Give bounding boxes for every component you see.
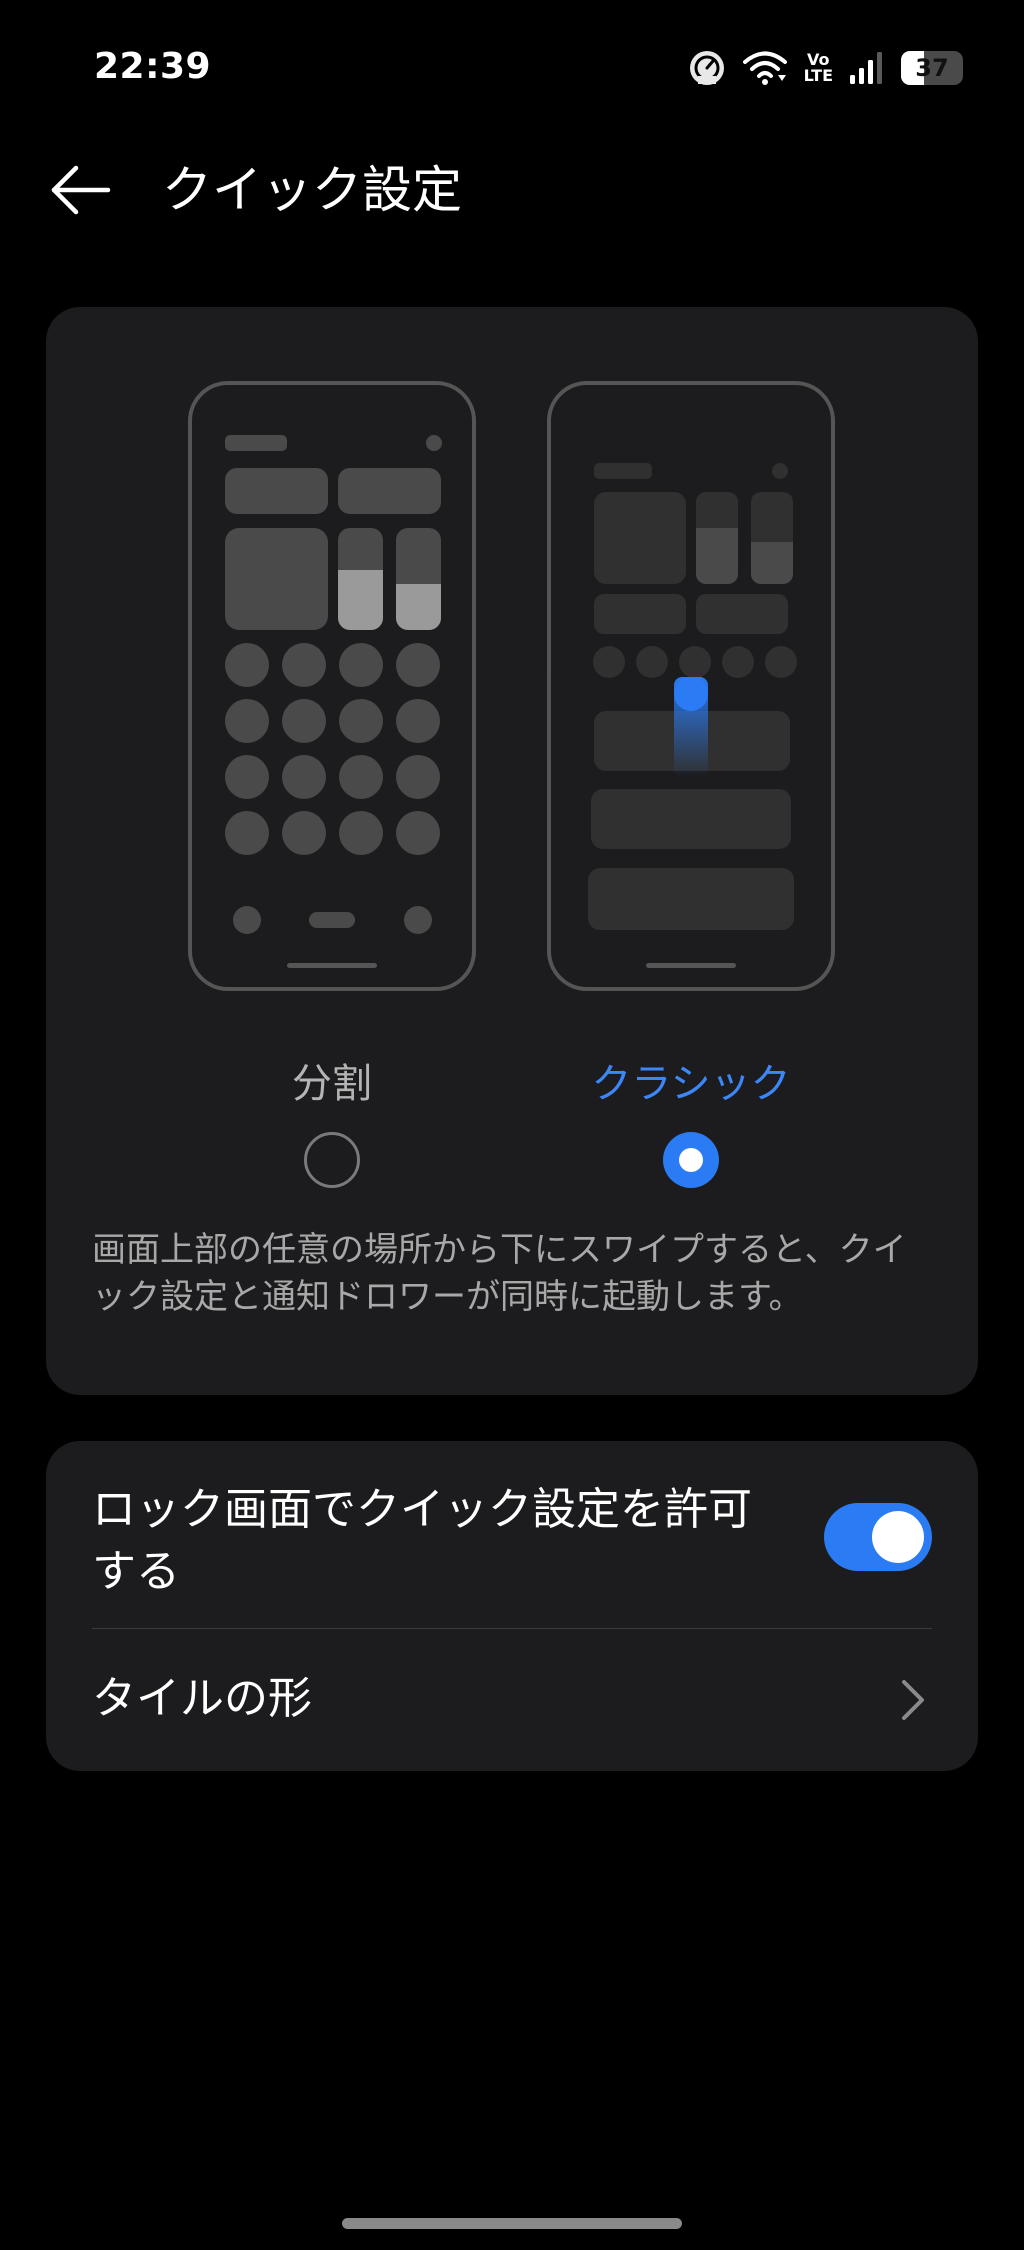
status-time: 22:39 [94,46,212,87]
style-description: 画面上部の任意の場所から下にスワイプすると、クイック設定と通知ドロワーが同時に起… [92,1230,907,1317]
screen: 22:39 Vo LTE 37 クイック設定 分割 クラシック 画面上部の任意の… [0,0,1024,2250]
lock-screen-toggle[interactable] [824,1503,932,1571]
tile-shape-label: タイルの形 [92,1673,312,1724]
page-title: クイック設定 [162,161,462,219]
gesture-navigation-bar[interactable] [342,2218,682,2229]
status-bar: 22:39 Vo LTE 37 [0,0,1024,140]
battery-level: 37 [915,54,949,82]
arrow-left-icon [51,165,111,215]
volte-bottom-label: LTE [803,66,833,85]
app-header: クイック設定 [0,140,1024,240]
classic-style-illustration[interactable] [546,380,836,992]
settings-card: ロック画面でクイック設定を許可する タイルの形 [46,1441,978,1771]
radio-classic[interactable] [663,1132,719,1188]
lock-screen-setting-label: ロック画面でクイック設定を許可する [92,1484,752,1597]
split-style-illustration[interactable] [187,380,477,992]
battery-icon: 37 [901,51,963,85]
tile-shape-row[interactable]: タイルの形 [46,1629,978,1771]
style-selector-card: 分割 クラシック 画面上部の任意の場所から下にスワイプすると、クイック設定と通知… [46,307,978,1395]
radio-split[interactable] [304,1132,360,1188]
speedometer-icon [688,49,726,87]
back-button[interactable] [40,154,120,226]
option-label-classic: クラシック [591,1061,791,1107]
wifi-icon [742,49,788,87]
status-icons: Vo LTE 37 [688,46,963,90]
option-label-split: 分割 [292,1061,372,1107]
signal-icon [849,50,885,86]
chevron-right-icon [902,1680,924,1720]
volte-icon: Vo LTE [804,52,833,84]
lock-screen-quick-settings-row[interactable]: ロック画面でクイック設定を許可する [46,1441,978,1627]
